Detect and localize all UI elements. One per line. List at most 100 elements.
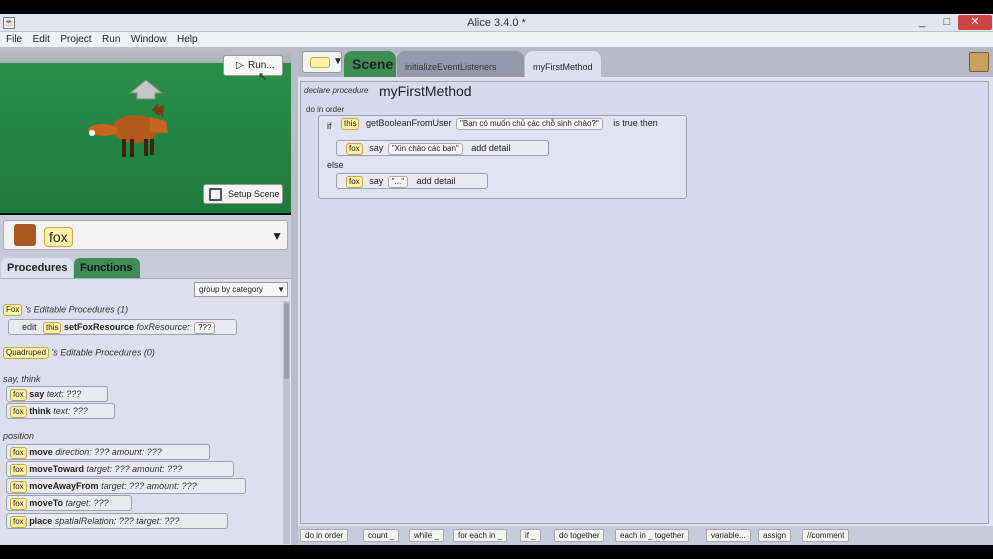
scrollbar-thumb[interactable] bbox=[284, 303, 289, 379]
param-label: text: ??? bbox=[46, 389, 82, 399]
function-name: getBooleanFromUser bbox=[365, 118, 452, 129]
tab-procedures[interactable]: Procedures bbox=[1, 258, 73, 278]
fox-procedures-label: 's Editable Procedures (1) bbox=[24, 304, 129, 315]
this-tile: this bbox=[341, 118, 360, 130]
window-title: Alice 3.4.0 * bbox=[467, 17, 526, 29]
dropdown-arrow-icon[interactable]: ▼ bbox=[271, 229, 283, 243]
mouse-cursor-icon: ↖ bbox=[258, 71, 268, 83]
group-by-select[interactable]: group by category ▼ bbox=[194, 282, 288, 297]
chevron-down-icon: ▼ bbox=[277, 285, 285, 294]
param-label: target: ??? bbox=[136, 516, 180, 526]
for-each-in-block[interactable]: for each in _ bbox=[453, 529, 508, 542]
say-text[interactable]: "..." bbox=[387, 175, 409, 188]
is-true-then-label: is true then bbox=[613, 118, 658, 129]
say-statement-false[interactable]: fox say "..." add detail bbox=[336, 173, 488, 189]
each-in-together-block[interactable]: each in _ together bbox=[615, 529, 690, 542]
while-block[interactable]: while _ bbox=[409, 529, 444, 542]
procedure-name: moveToward bbox=[29, 464, 85, 474]
menu-edit[interactable]: Edit bbox=[33, 32, 50, 47]
fox-tile: fox bbox=[10, 497, 27, 510]
close-button[interactable]: ✕ bbox=[958, 15, 992, 30]
declare-procedure-label: declare procedure bbox=[304, 86, 369, 95]
say-label: say bbox=[369, 176, 384, 186]
param-label: target: ??? bbox=[101, 481, 145, 491]
fox-thumbnail-icon bbox=[14, 224, 36, 246]
method-name: myFirstMethod bbox=[379, 83, 472, 99]
object-selector[interactable]: fox ▼ bbox=[3, 220, 288, 250]
procedure-block-say[interactable]: fox say text: ??? bbox=[6, 386, 108, 402]
procedure-name: place bbox=[29, 516, 53, 526]
say-label: say bbox=[369, 143, 384, 153]
if-block[interactable]: if _ bbox=[520, 529, 541, 542]
clipboard-icon[interactable] bbox=[969, 52, 989, 72]
procedure-block-think[interactable]: fox think text: ??? bbox=[6, 403, 115, 419]
category-position: position bbox=[3, 431, 35, 441]
editor-tabs-bar: ▼ Scene initializeEventListeners myFirst… bbox=[298, 47, 993, 77]
procedure-block-move[interactable]: fox move direction: ??? amount: ??? bbox=[6, 444, 210, 460]
quadruped-procedures-label: 's Editable Procedures (0) bbox=[51, 347, 155, 358]
question-text[interactable]: "Bạn có muốn chủ các chỗ sinh chào?" bbox=[456, 118, 603, 130]
set-fox-resource-block[interactable]: edit this setFoxResource foxResource: ??… bbox=[8, 319, 237, 335]
edit-button[interactable]: edit bbox=[22, 322, 37, 332]
if-keyword: if bbox=[327, 121, 332, 131]
procedure-block-move-away-from[interactable]: fox moveAwayFrom target: ??? amount: ??? bbox=[6, 478, 246, 494]
minimize-button[interactable]: _ bbox=[915, 15, 929, 30]
procedures-scrollbar[interactable] bbox=[283, 301, 290, 544]
type-selector-button[interactable]: ▼ bbox=[302, 51, 343, 73]
fox-procedures-header: Fox 's Editable Procedures (1) bbox=[3, 304, 128, 316]
count-block[interactable]: count _ bbox=[363, 529, 400, 542]
procedure-block-place[interactable]: fox place spatialRelation: ??? target: ?… bbox=[6, 513, 228, 529]
setup-scene-label: Setup Scene bbox=[228, 189, 280, 199]
menu-help[interactable]: Help bbox=[177, 32, 198, 47]
quadruped-class-tile: Quadruped bbox=[3, 347, 50, 359]
if-else-block[interactable]: if this getBooleanFromUser "Bạn có muốn … bbox=[318, 115, 687, 199]
run-button[interactable]: ▷ Run... ↖ bbox=[223, 55, 283, 83]
procedure-name: moveAwayFrom bbox=[29, 481, 99, 491]
param-label: amount: ??? bbox=[146, 481, 197, 491]
fox-model[interactable] bbox=[88, 103, 168, 157]
this-tile: this bbox=[43, 321, 62, 334]
split-divider[interactable] bbox=[291, 47, 298, 545]
selected-object-label: fox bbox=[44, 227, 73, 247]
group-by-label: group by category bbox=[199, 285, 264, 294]
fox-class-tile: Fox bbox=[3, 304, 23, 316]
procedure-name: think bbox=[29, 406, 51, 416]
menu-window[interactable]: Window bbox=[131, 32, 167, 47]
chevron-down-icon: ▼ bbox=[333, 56, 343, 67]
param-value[interactable]: ??? bbox=[194, 321, 216, 334]
menu-run[interactable]: Run bbox=[102, 32, 120, 47]
comment-block[interactable]: //comment bbox=[802, 529, 850, 542]
tab-initialize-event-listeners[interactable]: initializeEventListeners bbox=[397, 51, 524, 77]
play-icon: ▷ bbox=[236, 60, 244, 71]
control-blocks-bar: do in order count _ while _ for each in … bbox=[298, 526, 993, 545]
code-editor: declare procedure myFirstMethod do in or… bbox=[298, 77, 993, 526]
param-label: amount: ??? bbox=[132, 464, 183, 474]
add-detail-button[interactable]: add detail bbox=[417, 176, 456, 186]
param-label: foxResource: bbox=[136, 322, 190, 332]
procedure-block-move-to[interactable]: fox moveTo target: ??? bbox=[6, 495, 132, 511]
tab-functions[interactable]: Functions bbox=[74, 258, 140, 278]
arrow-handle-icon[interactable] bbox=[128, 79, 164, 100]
say-statement-true[interactable]: fox say "Xin chào các bạn" add detail bbox=[336, 140, 549, 156]
fox-tile: fox bbox=[10, 388, 27, 401]
else-keyword: else bbox=[327, 160, 344, 170]
param-label: target: ??? bbox=[65, 498, 109, 508]
menu-project[interactable]: Project bbox=[60, 32, 91, 47]
tab-my-first-method[interactable]: myFirstMethod bbox=[525, 51, 601, 77]
procedure-block-move-toward[interactable]: fox moveToward target: ??? amount: ??? bbox=[6, 461, 234, 477]
maximize-button[interactable]: □ bbox=[940, 15, 954, 30]
menu-file[interactable]: File bbox=[6, 32, 22, 47]
procedures-list: group by category ▼ Fox 's Editable Proc… bbox=[0, 278, 291, 545]
do-in-order-block[interactable]: do in order bbox=[300, 529, 349, 542]
if-condition[interactable]: this getBooleanFromUser "Bạn có muốn chủ… bbox=[341, 118, 658, 130]
fox-tile: fox bbox=[10, 446, 27, 459]
tab-scene[interactable]: Scene bbox=[344, 51, 396, 77]
add-detail-button[interactable]: add detail bbox=[471, 143, 510, 153]
assign-block[interactable]: assign bbox=[758, 529, 792, 542]
variable-block[interactable]: variable... bbox=[706, 529, 751, 542]
do-together-block[interactable]: do together bbox=[554, 529, 605, 542]
say-text[interactable]: "Xin chào các bạn" bbox=[387, 142, 463, 155]
param-label: target: ??? bbox=[86, 464, 130, 474]
setup-scene-button[interactable]: Setup Scene bbox=[203, 184, 283, 204]
fox-tile: fox bbox=[10, 463, 27, 476]
